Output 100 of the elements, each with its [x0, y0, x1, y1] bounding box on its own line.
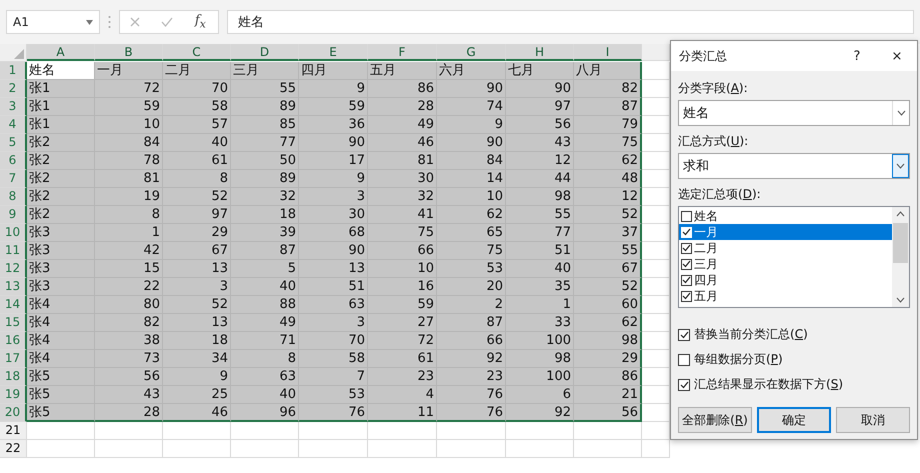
column-header[interactable]: B — [95, 44, 163, 61]
header-cell: 姓名 — [27, 62, 95, 80]
row-header[interactable]: 11 — [0, 242, 27, 260]
table-cell: 46 — [368, 134, 437, 152]
dialog-button[interactable]: 取消 — [836, 407, 910, 433]
table-cell: 56 — [95, 368, 163, 386]
column-header[interactable]: F — [368, 44, 437, 61]
column-header[interactable]: I — [574, 44, 642, 61]
checkbox[interactable] — [678, 328, 690, 340]
row-header[interactable]: 6 — [0, 152, 27, 170]
table-cell: 52 — [163, 296, 231, 314]
column-header[interactable]: A — [27, 44, 95, 61]
list-item[interactable]: 二月 — [679, 240, 892, 256]
table-cell: 87 — [574, 98, 642, 116]
table-cell: 53 — [437, 260, 506, 278]
table-cell: 89 — [231, 170, 299, 188]
checkbox[interactable] — [681, 274, 692, 286]
scrollbar-thumb[interactable] — [893, 223, 908, 263]
checkbox[interactable] — [681, 290, 692, 302]
list-item[interactable]: 三月 — [679, 256, 892, 272]
caret-icon[interactable] — [86, 20, 93, 24]
table-cell: 6 — [506, 386, 574, 404]
table-cell: 43 — [95, 386, 163, 404]
table-cell: 张1 — [27, 98, 95, 116]
column-header[interactable]: D — [231, 44, 299, 61]
dialog-title: 分类汇总 — [679, 48, 728, 64]
row-header[interactable]: 7 — [0, 170, 27, 188]
row-header[interactable]: 10 — [0, 224, 27, 242]
checkbox-option[interactable]: 替换当前分类汇总(C) — [678, 326, 910, 343]
table-cell: 13 — [163, 314, 231, 332]
insert-function-button[interactable]: f$_{x}$ — [192, 13, 208, 31]
checkbox[interactable] — [678, 378, 690, 390]
row-header[interactable]: 22 — [0, 440, 27, 458]
table-cell: 23 — [368, 368, 437, 386]
row-header[interactable]: 14 — [0, 296, 27, 314]
column-header[interactable]: E — [299, 44, 368, 61]
table-cell: 9 — [299, 80, 368, 98]
row-header[interactable]: 21 — [0, 422, 27, 440]
table-cell: 40 — [231, 278, 299, 296]
list-item[interactable]: 四月 — [679, 272, 892, 288]
header-cell: 五月 — [368, 62, 437, 80]
close-button[interactable]: × — [877, 41, 917, 71]
table-cell: 10 — [437, 188, 506, 206]
name-box[interactable]: A1 — [6, 10, 100, 34]
checkbox[interactable] — [678, 354, 690, 366]
checkbox[interactable] — [681, 242, 692, 254]
table-cell: 74 — [437, 98, 506, 116]
table-cell: 13 — [163, 260, 231, 278]
row-header[interactable]: 2 — [0, 80, 27, 98]
table-cell: 90 — [299, 242, 368, 260]
row-header[interactable]: 3 — [0, 98, 27, 116]
dropdown[interactable]: 姓名 — [678, 100, 910, 126]
checkbox[interactable] — [681, 258, 692, 270]
row-header[interactable]: 20 — [0, 404, 27, 422]
column-header[interactable]: G — [437, 44, 506, 61]
column-header[interactable]: H — [506, 44, 574, 61]
scrollbar[interactable] — [892, 207, 909, 307]
table-cell: 42 — [95, 242, 163, 260]
list-item[interactable]: 姓名 — [679, 208, 892, 224]
grip-icon[interactable] — [108, 15, 111, 29]
dropdown[interactable]: 求和 — [678, 153, 910, 179]
table-cell: 58 — [163, 98, 231, 116]
table-cell: 张2 — [27, 152, 95, 170]
row-header[interactable]: 8 — [0, 188, 27, 206]
table-cell: 85 — [231, 116, 299, 134]
row-header[interactable]: 9 — [0, 206, 27, 224]
checkbox-option[interactable]: 汇总结果显示在数据下方(S) — [678, 376, 910, 393]
row-header[interactable]: 18 — [0, 368, 27, 386]
help-button[interactable]: ? — [837, 41, 877, 71]
table-cell: 48 — [574, 170, 642, 188]
checkbox[interactable] — [681, 210, 692, 222]
table-cell: 2 — [437, 296, 506, 314]
column-header[interactable]: C — [163, 44, 231, 61]
table-cell: 82 — [574, 80, 642, 98]
table-cell: 14 — [437, 170, 506, 188]
table-cell: 73 — [95, 350, 163, 368]
row-header[interactable]: 4 — [0, 116, 27, 134]
row-header[interactable]: 15 — [0, 314, 27, 332]
checkbox-option[interactable]: 每组数据分页(P) — [678, 351, 910, 368]
row-header[interactable]: 12 — [0, 260, 27, 278]
table-cell: 8 — [163, 170, 231, 188]
check-icon[interactable] — [160, 17, 173, 27]
table-cell: 50 — [231, 152, 299, 170]
row-header[interactable]: 13 — [0, 278, 27, 296]
dialog-button[interactable]: 全部删除(R) — [678, 407, 752, 433]
row-header[interactable]: 1 — [0, 62, 27, 80]
dialog-button[interactable]: 确定 — [757, 407, 831, 433]
table-cell: 98 — [574, 332, 642, 350]
row-header[interactable]: 5 — [0, 134, 27, 152]
list-item[interactable]: 一月 — [679, 224, 892, 240]
table-cell: 10 — [368, 260, 437, 278]
row-header[interactable]: 19 — [0, 386, 27, 404]
row-header[interactable]: 17 — [0, 350, 27, 368]
header-cell: 四月 — [299, 62, 368, 80]
row-header[interactable]: 16 — [0, 332, 27, 350]
formula-field[interactable]: 姓名 — [227, 10, 914, 34]
table-cell: 82 — [95, 314, 163, 332]
chevron-icon[interactable] — [892, 154, 909, 178]
list-item[interactable]: 五月 — [679, 288, 892, 304]
table-cell: 55 — [574, 242, 642, 260]
